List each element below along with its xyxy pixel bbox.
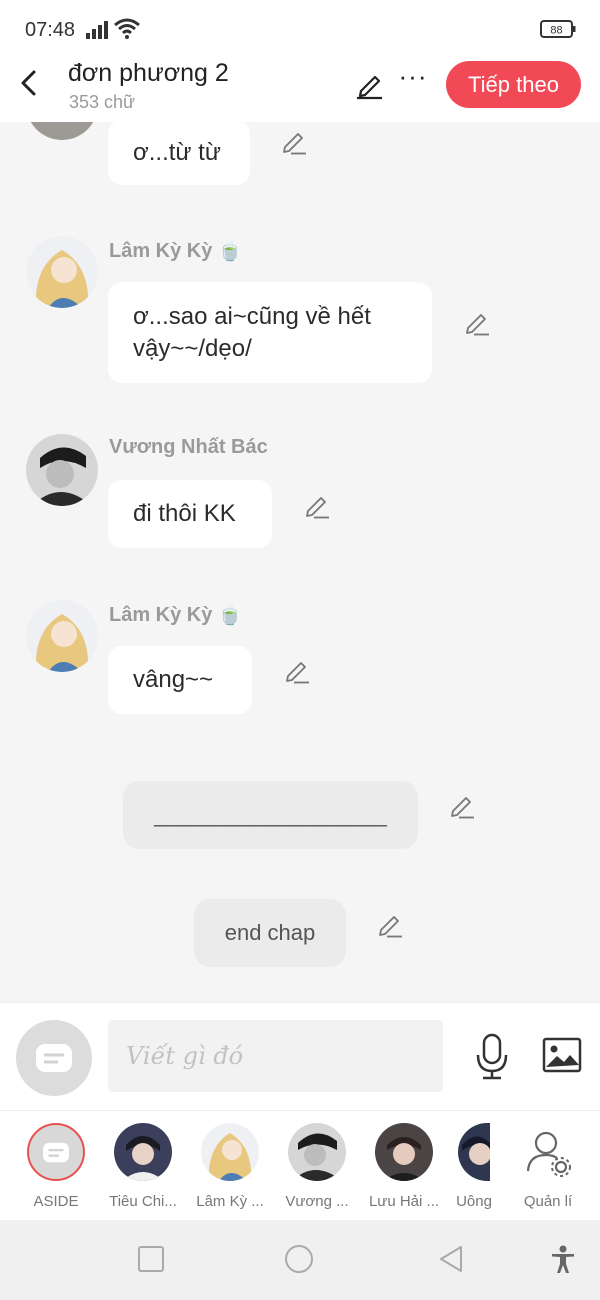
- character-name: Lâm Kỳ ...: [196, 1193, 264, 1210]
- status-bar: 07:48 88: [0, 0, 600, 52]
- input-bar: [0, 1002, 600, 1110]
- sender-name: Lâm Kỳ Kỳ 🍵: [109, 240, 243, 262]
- pencil-icon[interactable]: [284, 658, 310, 684]
- message-bubble[interactable]: vâng~~: [108, 646, 252, 714]
- word-count: 353 chữ: [69, 92, 136, 112]
- message-text: ơ...sao ai~cũng về hết vậy~~/dẹo/: [133, 302, 371, 362]
- narration-text: ___________________: [154, 802, 387, 827]
- back-arrow-icon: [21, 70, 36, 96]
- avatar: [201, 1123, 259, 1181]
- message-text: ơ...từ từ: [133, 138, 221, 166]
- character-item[interactable]: Tiêu Chi...: [99, 1123, 187, 1210]
- mic-icon[interactable]: [474, 1033, 510, 1081]
- character-name: Tiêu Chi...: [109, 1193, 177, 1210]
- avatar: [114, 1123, 172, 1181]
- narration-text: end chap: [224, 920, 316, 945]
- message-bubble[interactable]: đi thôi KK: [108, 480, 272, 548]
- aside-chat-icon: [36, 1044, 72, 1072]
- character-name: Vương ...: [285, 1193, 349, 1210]
- pencil-icon[interactable]: [304, 493, 330, 519]
- avatar: [375, 1123, 433, 1181]
- character-name: Lưu Hải ...: [368, 1193, 440, 1210]
- aside-chat-icon: [42, 1142, 70, 1163]
- manage-user-icon: [526, 1131, 571, 1177]
- message-text: vâng~~: [133, 666, 214, 693]
- message-bubble[interactable]: ơ...sao ai~cũng về hết vậy~~/dẹo/: [108, 282, 432, 383]
- header: đơn phương 2 353 chữ ··· Tiếp theo: [0, 52, 600, 122]
- character-name: ASIDE: [33, 1193, 79, 1210]
- avatar: [458, 1123, 490, 1181]
- narration-bubble[interactable]: ___________________: [123, 781, 418, 849]
- character-item[interactable]: Vương ...: [273, 1123, 361, 1210]
- narration-bubble[interactable]: end chap: [194, 899, 346, 967]
- aside-avatar: [27, 1123, 85, 1181]
- character-bar: ASIDE Tiêu Chi... Lâm Kỳ ... Vương ... L…: [0, 1110, 600, 1220]
- message-bubble[interactable]: ơ...từ từ: [108, 122, 250, 185]
- avatar[interactable]: [26, 600, 98, 672]
- status-time: 07:48: [25, 19, 76, 41]
- pencil-icon[interactable]: [464, 310, 490, 336]
- system-nav-bar: [0, 1220, 600, 1300]
- accessibility-icon[interactable]: [548, 1244, 578, 1274]
- battery-level: 88: [550, 25, 562, 37]
- avatar: [288, 1123, 346, 1181]
- character-name: Uông: [456, 1193, 492, 1210]
- manage-characters-button[interactable]: Quản lí: [504, 1123, 592, 1210]
- character-name: Quản lí: [523, 1193, 573, 1210]
- nav-square-icon[interactable]: [136, 1244, 166, 1274]
- pencil-icon[interactable]: [377, 912, 403, 938]
- aside-toggle-button[interactable]: [16, 1020, 92, 1096]
- pencil-icon[interactable]: [449, 793, 475, 819]
- nav-back-triangle-icon[interactable]: [436, 1244, 466, 1274]
- wifi-icon: [114, 18, 140, 39]
- avatar[interactable]: [26, 434, 98, 506]
- sender-name: Vương Nhất Bác: [109, 436, 268, 458]
- next-button[interactable]: Tiếp theo: [446, 61, 581, 108]
- message-text: đi thôi KK: [133, 500, 236, 527]
- image-icon[interactable]: [542, 1036, 582, 1074]
- back-button[interactable]: [14, 66, 42, 100]
- battery-icon: 88: [540, 20, 576, 38]
- page-title: đơn phương 2: [68, 59, 229, 87]
- more-button[interactable]: ···: [398, 63, 428, 96]
- chat-area: ơ...từ từ Lâm Kỳ Kỳ 🍵 ơ...sao ai~cũng về…: [0, 122, 600, 1002]
- nav-circle-icon[interactable]: [284, 1244, 314, 1274]
- pencil-icon[interactable]: [281, 129, 307, 155]
- avatar[interactable]: [26, 122, 98, 140]
- edit-title-button[interactable]: [354, 70, 384, 100]
- signal-icon: [86, 21, 108, 39]
- character-item[interactable]: Lâm Kỳ ...: [186, 1123, 274, 1210]
- message-input[interactable]: [108, 1020, 443, 1092]
- avatar[interactable]: [26, 236, 98, 308]
- sender-name: Lâm Kỳ Kỳ 🍵: [109, 604, 243, 626]
- character-aside[interactable]: ASIDE: [12, 1123, 100, 1210]
